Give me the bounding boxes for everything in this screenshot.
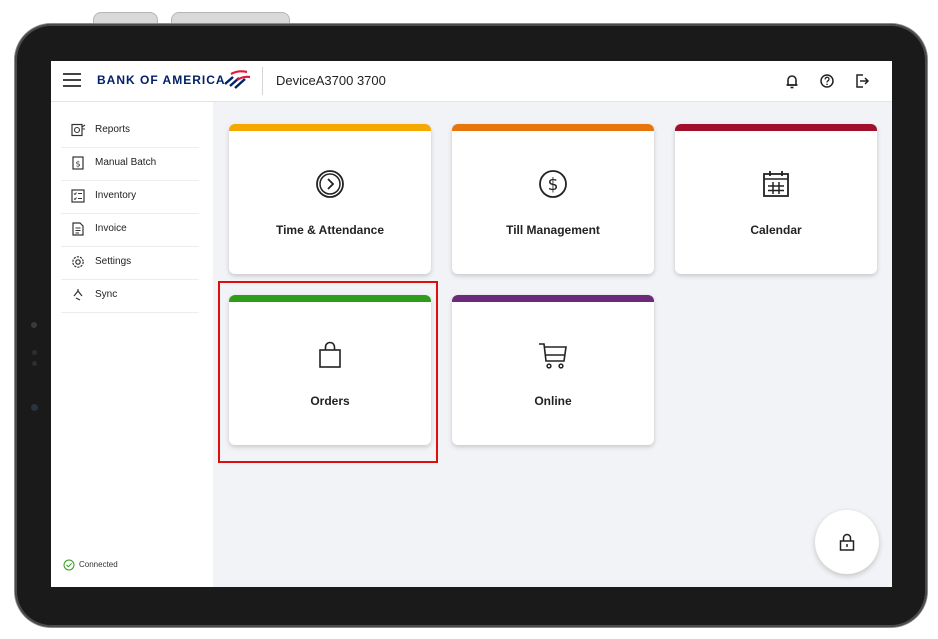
sidebar: Reports $ Manual Batch Inventory Invoice — [51, 102, 213, 587]
tile-orders[interactable]: Orders — [229, 295, 431, 445]
tile-label: Calendar — [750, 223, 802, 237]
sidebar-item-label: Manual Batch — [95, 157, 157, 168]
tile-label: Online — [534, 394, 572, 408]
clock-arrow-icon — [316, 170, 344, 198]
connection-status-label: Connected — [79, 560, 118, 569]
help-icon[interactable] — [817, 71, 837, 91]
sidebar-item-label: Invoice — [95, 223, 127, 234]
svg-text:$: $ — [548, 175, 559, 195]
sidebar-item-sync[interactable]: Sync — [61, 279, 199, 313]
sensor-dot — [32, 350, 37, 355]
check-circle-icon — [63, 559, 75, 571]
tile-online[interactable]: Online — [452, 295, 654, 445]
svg-text:$: $ — [75, 160, 80, 169]
top-bar: BANK OF AMERICA DeviceA3700 3700 — [51, 61, 892, 102]
tile-accent-bar — [229, 295, 431, 302]
dollar-icon: $ — [539, 170, 567, 198]
header-divider — [262, 67, 263, 95]
sidebar-item-invoice[interactable]: Invoice — [61, 213, 199, 247]
manual-batch-icon: $ — [72, 156, 84, 170]
tile-accent-bar — [229, 124, 431, 131]
shopping-bag-icon — [319, 341, 341, 368]
brand-name: BANK OF AMERICA — [97, 73, 226, 87]
invoice-icon — [72, 222, 84, 236]
sidebar-item-inventory[interactable]: Inventory — [61, 180, 199, 214]
tile-accent-bar — [452, 295, 654, 302]
sensor-dot — [31, 404, 38, 411]
sidebar-item-settings[interactable]: Settings — [61, 246, 199, 280]
calendar-icon — [763, 171, 789, 197]
sync-icon — [73, 289, 83, 301]
reports-icon — [71, 123, 86, 137]
tile-accent-bar — [675, 124, 877, 131]
tile-till-management[interactable]: $ Till Management — [452, 124, 654, 274]
sidebar-item-label: Reports — [95, 124, 131, 135]
lock-icon — [839, 533, 855, 551]
menu-icon[interactable] — [63, 73, 81, 87]
tile-label: Orders — [310, 394, 350, 408]
tile-accent-bar — [452, 124, 654, 131]
sidebar-item-reports[interactable]: Reports — [61, 114, 199, 148]
sensor-dot — [32, 361, 37, 366]
tile-time-attendance[interactable]: Time & Attendance — [229, 124, 431, 274]
device-name: DeviceA3700 3700 — [276, 73, 386, 88]
inventory-icon — [71, 189, 85, 203]
logout-icon[interactable] — [852, 71, 872, 91]
lock-button[interactable] — [815, 510, 879, 574]
brand-flag-icon — [224, 70, 251, 89]
bell-icon[interactable] — [782, 71, 802, 91]
cart-icon — [539, 343, 567, 369]
sidebar-item-label: Inventory — [95, 190, 137, 201]
sidebar-item-label: Settings — [95, 256, 132, 267]
tile-label: Till Management — [506, 223, 600, 237]
app-screen: BANK OF AMERICA DeviceA3700 3700 Reports… — [51, 61, 892, 587]
gear-icon — [72, 256, 84, 268]
tile-calendar[interactable]: Calendar — [675, 124, 877, 274]
sidebar-item-label: Sync — [95, 289, 118, 300]
sidebar-item-manual-batch[interactable]: $ Manual Batch — [61, 147, 199, 181]
camera-dot — [31, 322, 37, 328]
tile-label: Time & Attendance — [275, 223, 385, 237]
